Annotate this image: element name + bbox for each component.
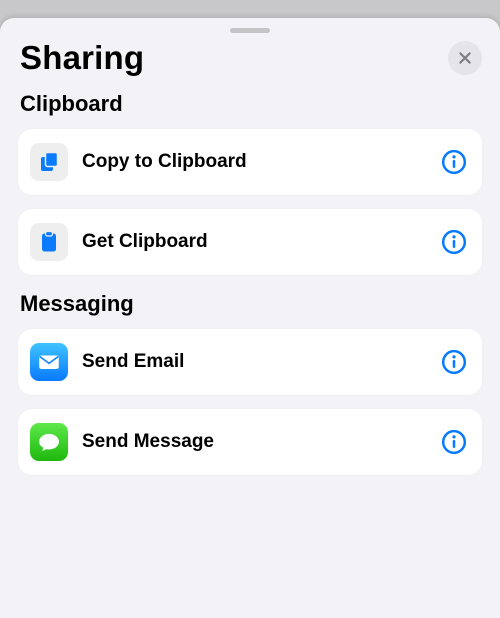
action-send-email[interactable]: Send Email xyxy=(18,329,482,395)
info-button[interactable] xyxy=(440,348,468,376)
clipboard-icon xyxy=(30,223,68,261)
section-header-clipboard: Clipboard xyxy=(20,91,482,117)
info-icon xyxy=(441,149,467,175)
close-button[interactable] xyxy=(448,41,482,75)
mail-app-icon xyxy=(30,343,68,381)
action-send-message[interactable]: Send Message xyxy=(18,409,482,475)
action-label: Copy to Clipboard xyxy=(82,151,440,173)
info-button[interactable] xyxy=(440,428,468,456)
info-button[interactable] xyxy=(440,228,468,256)
action-sheet: Sharing Clipboard Copy to Clipboard xyxy=(0,18,500,618)
section-header-messaging: Messaging xyxy=(20,291,482,317)
sheet-grabber[interactable] xyxy=(230,28,270,33)
action-label: Send Email xyxy=(82,351,440,373)
copy-icon xyxy=(30,143,68,181)
info-button[interactable] xyxy=(440,148,468,176)
action-label: Get Clipboard xyxy=(82,231,440,253)
info-icon xyxy=(441,349,467,375)
sheet-header: Sharing xyxy=(18,39,482,77)
action-label: Send Message xyxy=(82,431,440,453)
info-icon xyxy=(441,229,467,255)
sheet-title: Sharing xyxy=(20,39,144,77)
action-copy-to-clipboard[interactable]: Copy to Clipboard xyxy=(18,129,482,195)
action-get-clipboard[interactable]: Get Clipboard xyxy=(18,209,482,275)
close-icon xyxy=(457,50,473,66)
messages-app-icon xyxy=(30,423,68,461)
info-icon xyxy=(441,429,467,455)
